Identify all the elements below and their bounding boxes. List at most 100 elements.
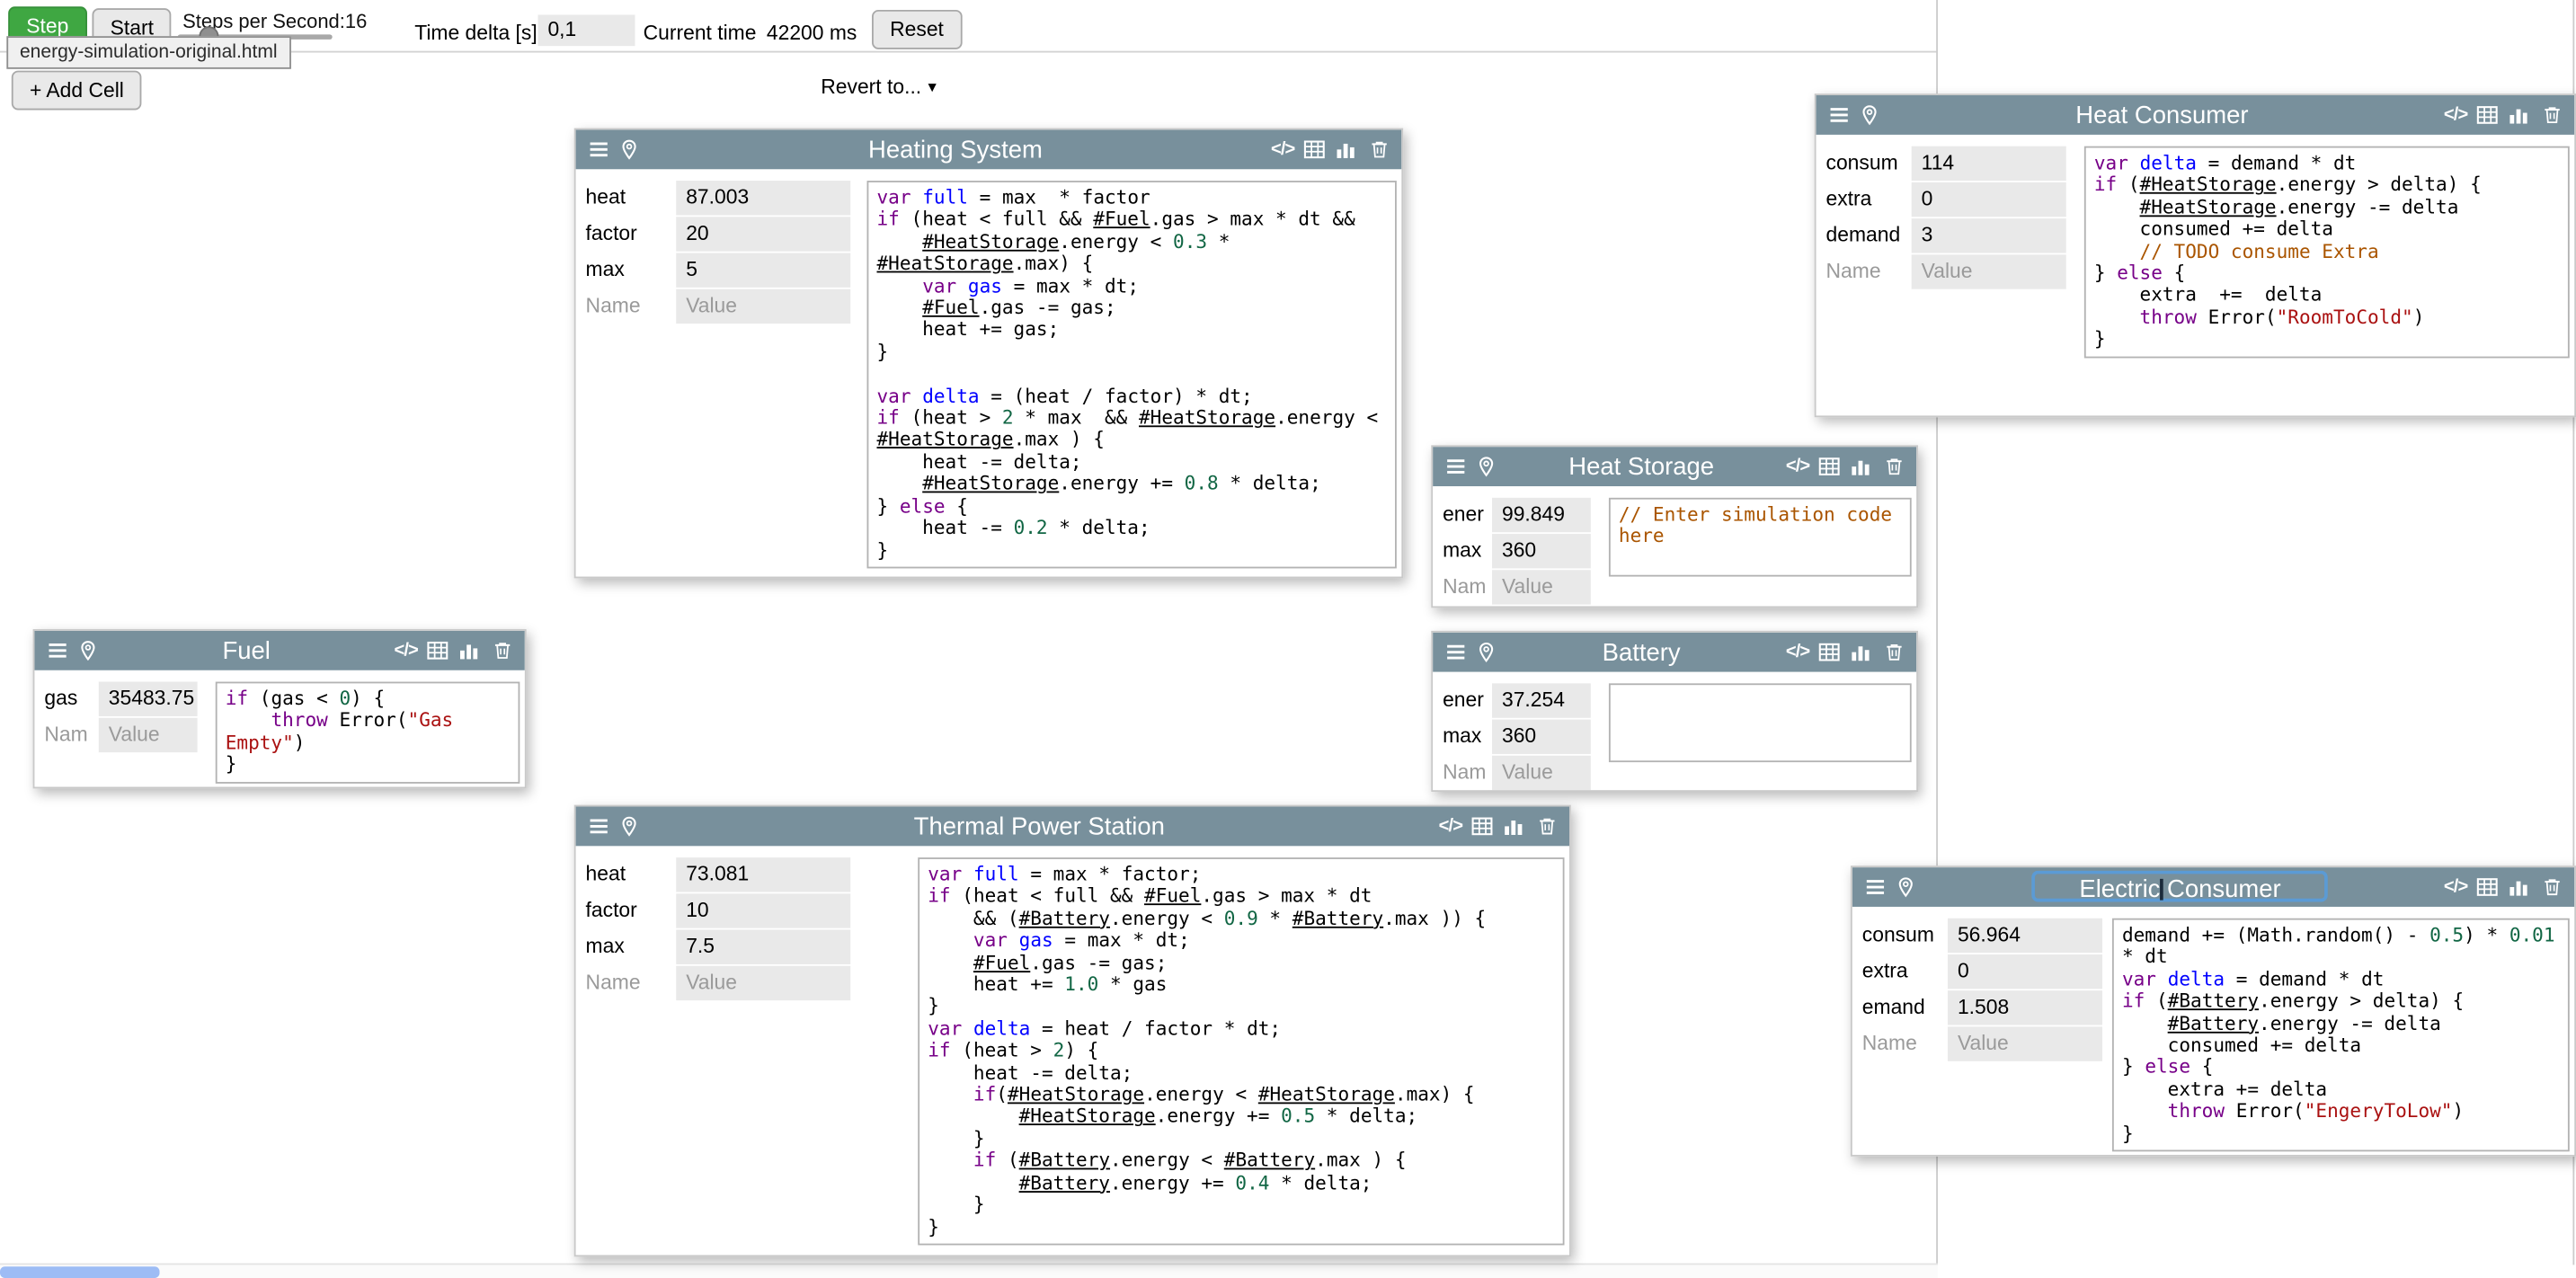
cell-title[interactable]: Fuel	[107, 636, 386, 664]
table-view-icon[interactable]	[1470, 815, 1494, 839]
location-pin-icon[interactable]	[1476, 641, 1497, 664]
chart-view-icon[interactable]	[1849, 455, 1872, 478]
variable-name-input[interactable]: Name	[1821, 254, 1908, 288]
cell-header[interactable]: Electric Consumer </>	[1852, 867, 2574, 907]
variable-value-input[interactable]: 37.254	[1492, 683, 1591, 717]
cell-title[interactable]: Heating System	[648, 136, 1263, 164]
chart-view-icon[interactable]	[1502, 815, 1525, 839]
variable-name-input[interactable]: max	[1438, 534, 1489, 568]
delete-cell-icon[interactable]	[2542, 875, 2563, 899]
variable-value-input[interactable]: Value	[1948, 1026, 2102, 1061]
variable-value-input[interactable]: Value	[676, 289, 850, 324]
menu-icon[interactable]	[587, 138, 610, 162]
location-pin-icon[interactable]	[77, 639, 99, 662]
add-cell-button[interactable]: + Add Cell	[12, 71, 142, 111]
chart-view-icon[interactable]	[1334, 138, 1357, 162]
delete-cell-icon[interactable]	[1884, 455, 1905, 478]
cell-title[interactable]: Heat Storage	[1506, 453, 1778, 481]
variable-name-input[interactable]: demand	[1821, 218, 1908, 253]
variable-value-input[interactable]: 7.5	[676, 930, 850, 964]
location-pin-icon[interactable]	[1859, 103, 1880, 127]
table-view-icon[interactable]	[1817, 641, 1841, 664]
variable-value-input[interactable]: Value	[1912, 254, 2066, 288]
variable-name-input[interactable]: Name	[581, 289, 672, 324]
variable-name-input[interactable]: emand	[1857, 990, 1944, 1025]
cell-header[interactable]: Thermal Power Station </>	[576, 806, 1569, 846]
cell-header[interactable]: Heat Storage </>	[1433, 447, 1916, 486]
code-view-icon[interactable]: </>	[1271, 139, 1294, 159]
location-pin-icon[interactable]	[1895, 875, 1916, 899]
variable-value-input[interactable]: 5	[676, 253, 850, 287]
variable-name-input[interactable]: gas	[40, 682, 95, 716]
table-view-icon[interactable]	[1817, 455, 1841, 478]
variable-value-input[interactable]: 1.508	[1948, 990, 2102, 1025]
variable-value-input[interactable]: 3	[1912, 218, 2066, 253]
menu-icon[interactable]	[1864, 875, 1888, 899]
variable-value-input[interactable]: 20	[676, 217, 850, 251]
code-editor[interactable]: if (gas < 0) { throw Error("GasEmpty")}	[216, 682, 520, 784]
chart-view-icon[interactable]	[457, 639, 481, 662]
variable-value-input[interactable]: 56.964	[1948, 919, 2102, 953]
variable-value-input[interactable]: 73.081	[676, 857, 850, 892]
variable-name-input[interactable]: ener	[1438, 683, 1489, 717]
variable-name-input[interactable]: Name	[581, 966, 672, 1000]
table-view-icon[interactable]	[1303, 138, 1327, 162]
table-view-icon[interactable]	[426, 639, 449, 662]
variable-name-input[interactable]: factor	[581, 893, 672, 927]
menu-icon[interactable]	[1827, 103, 1851, 127]
code-view-icon[interactable]: </>	[1786, 457, 1809, 476]
time-delta-input[interactable]: 0,1	[537, 14, 635, 46]
variable-name-input[interactable]: max	[581, 930, 672, 964]
cell-title-input[interactable]: Electric Consumer	[2032, 871, 2328, 902]
code-editor[interactable]: // Enter simulation codehere	[1609, 498, 1912, 577]
variable-name-input[interactable]: max	[581, 253, 672, 287]
variable-value-input[interactable]: 0	[1912, 182, 2066, 217]
horizontal-scrollbar[interactable]	[0, 1264, 1938, 1278]
variable-name-input[interactable]: factor	[581, 217, 672, 251]
variable-value-input[interactable]: 360	[1492, 534, 1591, 568]
location-pin-icon[interactable]	[618, 815, 640, 839]
table-view-icon[interactable]	[2475, 103, 2499, 127]
code-editor[interactable]: demand += (Math.random() - 0.5) * 0.01* …	[2112, 919, 2570, 1152]
variable-name-input[interactable]: Name	[1857, 1026, 1944, 1061]
code-editor[interactable]: var full = max * factor;if (heat < full …	[918, 857, 1564, 1245]
variable-value-input[interactable]: Value	[99, 718, 198, 752]
code-editor[interactable]: var full = max * factorif (heat < full &…	[867, 181, 1397, 568]
code-editor[interactable]: var delta = demand * dtif (#HeatStorage.…	[2084, 146, 2570, 358]
variable-value-input[interactable]: 87.003	[676, 181, 850, 215]
table-view-icon[interactable]	[2475, 875, 2499, 899]
location-pin-icon[interactable]	[1476, 455, 1497, 478]
cell-header[interactable]: Heat Consumer </>	[1817, 95, 2575, 135]
chart-view-icon[interactable]	[2507, 875, 2530, 899]
code-view-icon[interactable]: </>	[2444, 105, 2467, 125]
delete-cell-icon[interactable]	[1536, 815, 1558, 839]
cell-title[interactable]: Battery	[1506, 638, 1778, 666]
chart-view-icon[interactable]	[1849, 641, 1872, 664]
code-view-icon[interactable]: </>	[395, 641, 418, 661]
variable-value-input[interactable]: 10	[676, 893, 850, 927]
variable-name-input[interactable]: Nam	[40, 718, 95, 752]
delete-cell-icon[interactable]	[1884, 641, 1905, 664]
variable-name-input[interactable]: extra	[1857, 954, 1944, 989]
variable-name-input[interactable]: heat	[581, 181, 672, 215]
variable-name-input[interactable]: consum	[1857, 919, 1944, 953]
delete-cell-icon[interactable]	[2542, 103, 2563, 127]
revert-dropdown[interactable]: Revert to... ▾	[821, 75, 936, 99]
variable-name-input[interactable]: Nam	[1438, 756, 1489, 790]
variable-value-input[interactable]: Value	[1492, 756, 1591, 790]
variable-value-input[interactable]: Value	[1492, 570, 1591, 604]
variable-value-input[interactable]: 360	[1492, 720, 1591, 754]
cell-title[interactable]: Thermal Power Station	[648, 812, 1430, 840]
variable-name-input[interactable]: max	[1438, 720, 1489, 754]
code-editor[interactable]	[1609, 683, 1912, 762]
variable-value-input[interactable]: 35483.75	[99, 682, 198, 716]
location-pin-icon[interactable]	[618, 138, 640, 162]
cell-title[interactable]: Heat Consumer	[1888, 101, 2436, 129]
variable-name-input[interactable]: ener	[1438, 498, 1489, 532]
variable-value-input[interactable]: Value	[676, 966, 850, 1000]
code-view-icon[interactable]: </>	[1786, 643, 1809, 662]
delete-cell-icon[interactable]	[1369, 138, 1390, 162]
variable-value-input[interactable]: 114	[1912, 146, 2066, 181]
code-view-icon[interactable]: </>	[1439, 816, 1462, 836]
menu-icon[interactable]	[1444, 455, 1468, 478]
